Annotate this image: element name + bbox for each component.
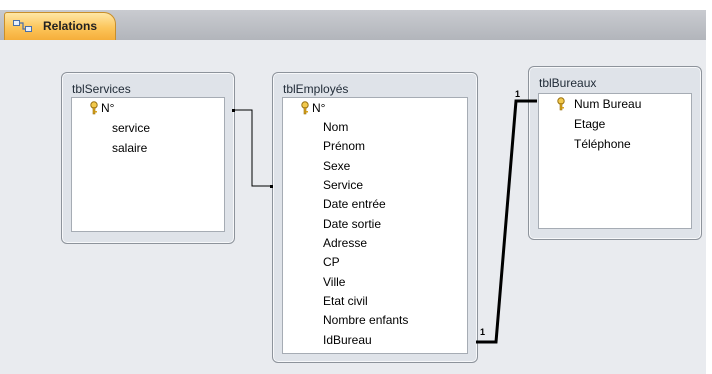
cardinality-label-bureaux: 1 bbox=[515, 89, 520, 99]
relationship-employes-bureaux[interactable]: 1 1 bbox=[476, 89, 537, 344]
relationship-lines: 1 1 bbox=[232, 89, 537, 344]
cardinality-label-employes: 1 bbox=[480, 327, 485, 337]
relationship-services-employes[interactable] bbox=[232, 109, 273, 188]
